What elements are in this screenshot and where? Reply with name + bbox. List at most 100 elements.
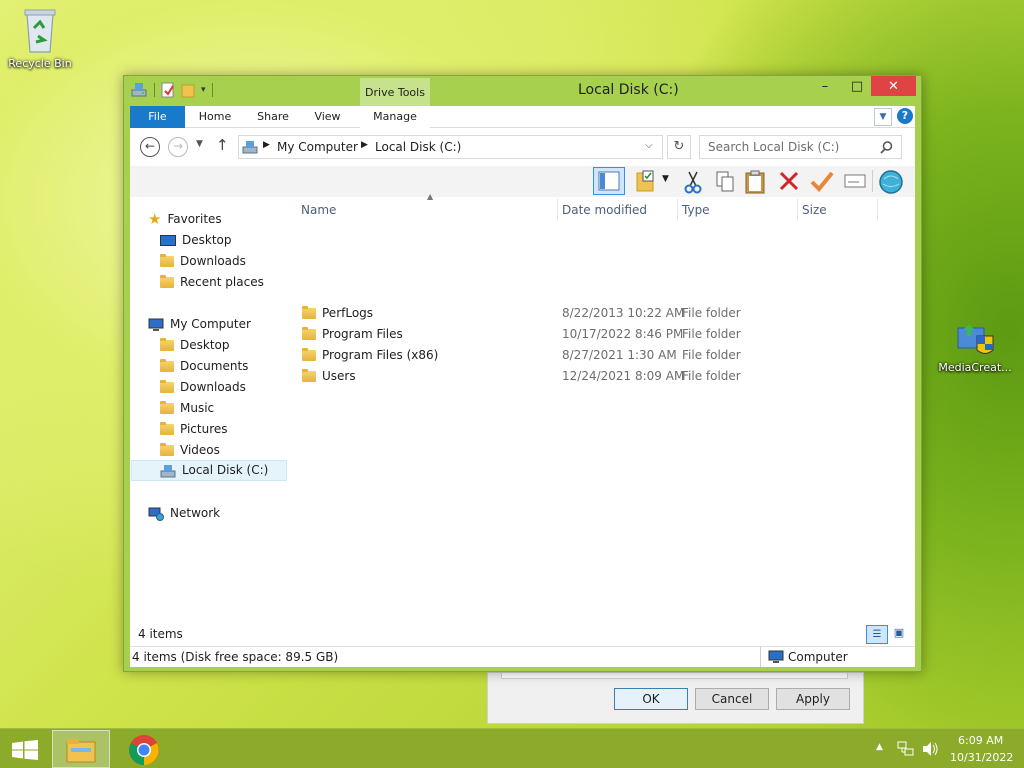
address-bar[interactable]: ▶ My Computer ▶ Local Disk (C:) ⌵ (238, 135, 663, 159)
folder-icon (302, 348, 316, 361)
apply-button[interactable]: Apply (776, 688, 850, 710)
paste-icon[interactable] (744, 169, 766, 195)
details-view-button[interactable]: ☰ (866, 625, 888, 644)
nav-favorites-label: Favorites (167, 212, 222, 226)
folder-options-icon[interactable] (635, 169, 657, 193)
table-row[interactable]: Program Files (x86) 8/27/2021 1:30 AM Fi… (300, 345, 915, 366)
tab-home[interactable]: Home (190, 106, 240, 128)
breadcrumb-local-disk[interactable]: Local Disk (C:) (375, 140, 461, 154)
recycle-bin-icon (24, 9, 56, 53)
nav-item-label: Downloads (180, 254, 246, 268)
explorer-window: ▾ Drive Tools Local Disk (C:) – □ ✕ File… (123, 75, 922, 672)
nav-computer-documents[interactable]: Documents (160, 356, 248, 377)
tab-view[interactable]: View (305, 106, 350, 128)
nav-my-computer-label: My Computer (170, 317, 251, 331)
nav-favorites[interactable]: ★ Favorites (148, 209, 222, 230)
network-status-icon[interactable] (897, 741, 915, 757)
navigation-pane: ★ Favorites Desktop Downloads Recent pla… (130, 197, 290, 623)
separator (211, 83, 213, 97)
column-header-size[interactable]: Size (802, 203, 827, 217)
folder-options-dropdown-icon[interactable]: ▼ (662, 174, 669, 184)
nav-favorites-downloads[interactable]: Downloads (160, 251, 246, 272)
expand-ribbon-icon[interactable]: ▼ (874, 108, 892, 126)
properties-icon[interactable] (161, 82, 175, 98)
forward-button[interactable]: → (168, 137, 188, 157)
nav-favorites-desktop[interactable]: Desktop (160, 230, 232, 251)
tab-manage[interactable]: Manage (360, 106, 430, 128)
taskbar: ▲ 6:09 AM 10/31/2022 (0, 728, 1024, 768)
column-divider (677, 199, 678, 221)
up-button[interactable]: ↑ (216, 136, 229, 154)
properties-dialog: OK Cancel Apply (487, 672, 864, 724)
desktop-icon-recycle-bin[interactable]: Recycle Bin (1, 6, 79, 70)
taskbar-file-explorer[interactable] (52, 730, 110, 768)
nav-item-label: Videos (180, 443, 220, 457)
nav-network-label: Network (170, 506, 221, 520)
ok-button[interactable]: OK (614, 688, 688, 710)
nav-item-label: Desktop (182, 233, 232, 247)
column-header-type[interactable]: Type (682, 203, 710, 217)
column-header-date-modified[interactable]: Date modified (562, 203, 647, 217)
chevron-down-icon[interactable]: ▾ (201, 85, 206, 95)
minimize-button[interactable]: – (812, 76, 838, 96)
nav-computer-downloads[interactable]: Downloads (160, 377, 246, 398)
breadcrumb-my-computer[interactable]: My Computer (277, 140, 358, 154)
volume-icon[interactable] (921, 741, 939, 757)
back-button[interactable]: ← (140, 137, 160, 157)
nav-network[interactable]: Network (148, 503, 220, 524)
copy-icon[interactable] (715, 170, 735, 194)
videos-icon (160, 443, 174, 456)
nav-computer-desktop[interactable]: Desktop (160, 335, 230, 356)
desktop-icon (160, 235, 176, 246)
file-explorer-icon (66, 739, 96, 763)
nav-computer-music[interactable]: Music (160, 398, 214, 419)
nav-my-computer[interactable]: My Computer (148, 314, 251, 335)
preview-pane-button[interactable] (593, 167, 625, 195)
rename-icon[interactable] (844, 173, 866, 189)
desktop-icon-mediacreation[interactable]: MediaCreat... (936, 322, 1014, 374)
start-button[interactable] (6, 730, 46, 768)
search-placeholder: Search Local Disk (C:) (708, 140, 840, 154)
close-button[interactable]: ✕ (871, 76, 916, 96)
file-date: 10/17/2022 8:46 PM (562, 327, 684, 341)
new-folder-icon[interactable] (181, 82, 195, 98)
table-row[interactable]: Program Files 10/17/2022 8:46 PM File fo… (300, 324, 915, 345)
nav-computer-pictures[interactable]: Pictures (160, 419, 228, 440)
nav-favorites-recent-places[interactable]: Recent places (160, 272, 264, 293)
computer-icon (148, 318, 164, 331)
delete-icon[interactable] (778, 170, 800, 192)
cut-icon[interactable] (683, 170, 703, 194)
music-icon (160, 401, 174, 414)
maximize-button[interactable]: □ (844, 76, 870, 96)
address-dropdown-icon[interactable]: ⌵ (645, 140, 653, 151)
pictures-icon (160, 422, 174, 435)
file-date: 12/24/2021 8:09 AM (562, 369, 685, 383)
tab-file[interactable]: File (130, 106, 185, 128)
downloads-icon (160, 380, 174, 393)
refresh-button[interactable]: ↻ (667, 135, 691, 159)
clock-date[interactable]: 10/31/2022 (950, 751, 1013, 764)
ribbon-tab-bar: File Home Share View Manage ▼ ? (130, 106, 915, 128)
checkmark-icon[interactable] (810, 170, 834, 192)
folder-icon (302, 369, 316, 382)
nav-computer-videos[interactable]: Videos (160, 440, 220, 461)
address-row: ← → ▼ ↑ ▶ My Computer ▶ Local Disk (C:) … (130, 128, 915, 166)
table-row[interactable]: Users 12/24/2021 8:09 AM File folder (300, 366, 915, 387)
drive-icon[interactable] (130, 81, 148, 99)
large-icons-view-button[interactable]: ▣ (890, 626, 908, 642)
file-date: 8/27/2021 1:30 AM (562, 348, 677, 362)
title-bar[interactable]: ▾ Drive Tools Local Disk (C:) – □ ✕ (124, 76, 921, 106)
show-hidden-icons-icon[interactable]: ▲ (876, 742, 883, 752)
search-icon[interactable] (880, 141, 893, 154)
tab-share[interactable]: Share (248, 106, 298, 128)
table-row[interactable]: PerfLogs 8/22/2013 10:22 AM File folder (300, 303, 915, 324)
column-header-name[interactable]: Name (301, 203, 336, 217)
taskbar-chrome[interactable] (118, 730, 170, 768)
cancel-button[interactable]: Cancel (695, 688, 769, 710)
nav-computer-local-disk[interactable]: Local Disk (C:) (131, 460, 287, 481)
globe-icon[interactable] (878, 169, 904, 195)
help-icon[interactable]: ? (897, 108, 913, 124)
recent-locations-icon[interactable]: ▼ (196, 139, 203, 149)
clock-time[interactable]: 6:09 AM (958, 734, 1003, 747)
search-input[interactable]: Search Local Disk (C:) (699, 135, 902, 159)
